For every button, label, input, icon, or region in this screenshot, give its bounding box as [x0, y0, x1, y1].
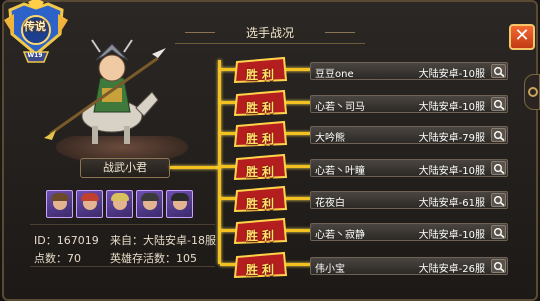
match-result: 胜利 [245, 229, 278, 243]
id-value: 167019 [56, 234, 99, 247]
opponent-server: 大陆安卓-10服 [418, 230, 485, 241]
match-row: 胜利 心若丶叶瞳 大陆安卓-10服 [233, 153, 508, 183]
match-row: 胜利 大吟熊 大陆安卓-79服 [233, 120, 508, 150]
opponent-name: 心若丶司马 [315, 102, 365, 113]
match-row: 胜利 花夜白 大陆安卓-61服 [233, 185, 508, 215]
divider [30, 266, 215, 267]
opponent-name: 心若丶叶瞳 [315, 166, 365, 177]
match-row: 胜利 伟小宝 大陆安卓-26服 [233, 251, 508, 281]
opponent-server: 大陆安卓-10服 [418, 69, 485, 80]
bracket-trunk [170, 166, 220, 169]
player-points: 点数：70 [34, 250, 81, 266]
opponent-bar[interactable]: 心若丶寂静 大陆安卓-10服 [310, 223, 508, 241]
view-opponent-button[interactable] [491, 193, 506, 207]
page-title: 选手战况 [175, 22, 365, 44]
divider [30, 224, 215, 225]
view-opponent-button[interactable] [491, 128, 506, 142]
hero-count-value: 105 [176, 252, 197, 265]
from-value: 大陆安卓-18服 [143, 234, 216, 247]
opponent-bar[interactable]: 豆豆one 大陆安卓-10服 [310, 62, 508, 80]
view-opponent-button[interactable] [491, 64, 506, 78]
match-result: 胜利 [245, 101, 278, 115]
opponent-name: 大吟熊 [315, 133, 345, 144]
view-opponent-button[interactable] [491, 225, 506, 239]
ring-icon [528, 87, 538, 97]
opponent-name: 伟小宝 [315, 264, 345, 275]
view-opponent-button[interactable] [491, 97, 506, 111]
search-icon [494, 100, 505, 110]
opponent-bar[interactable]: 伟小宝 大陆安卓-26服 [310, 257, 508, 275]
hero-hair-icon [111, 193, 129, 201]
opponent-bar[interactable]: 花夜白 大陆安卓-61服 [310, 191, 508, 209]
bracket-spine [218, 60, 221, 264]
opponent-name: 花夜白 [315, 198, 345, 209]
opponent-bar[interactable]: 心若丶司马 大陆安卓-10服 [310, 95, 508, 113]
close-button[interactable]: ✕ [509, 24, 535, 50]
search-icon [494, 262, 505, 272]
hero-card[interactable] [106, 190, 133, 218]
opponent-bar[interactable]: 心若丶叶瞳 大陆安卓-10服 [310, 159, 508, 177]
opponent-name: 豆豆one [315, 69, 354, 80]
match-row: 胜利 心若丶司马 大陆安卓-10服 [233, 89, 508, 119]
opponent-server: 大陆安卓-26服 [418, 264, 485, 275]
opponent-server: 大陆安卓-79服 [418, 133, 485, 144]
hero-alive-count: 英雄存活数：105 [110, 250, 197, 266]
view-opponent-button[interactable] [491, 161, 506, 175]
hero-hair-icon [141, 193, 159, 201]
search-icon [494, 228, 505, 238]
player-id: ID：167019 [34, 232, 99, 248]
opponent-server: 大陆安卓-10服 [418, 166, 485, 177]
view-opponent-button[interactable] [491, 259, 506, 273]
hero-card-list [46, 190, 198, 220]
emblem-label: 传说 [24, 20, 46, 33]
hero-portrait [40, 38, 170, 148]
opponent-name: 心若丶寂静 [315, 230, 365, 241]
side-tab[interactable] [524, 74, 540, 110]
id-label: ID： [34, 234, 57, 247]
hero-card[interactable] [76, 190, 103, 218]
points-label: 点数： [34, 252, 67, 265]
match-result: 胜利 [245, 68, 278, 82]
from-label: 来自： [110, 234, 143, 247]
opponent-bar[interactable]: 大吟熊 大陆安卓-79服 [310, 126, 508, 144]
match-result: 胜利 [245, 197, 278, 211]
hero-hair-icon [81, 193, 99, 201]
hero-card[interactable] [136, 190, 163, 218]
hero-card[interactable] [46, 190, 73, 218]
hero-card[interactable] [166, 190, 193, 218]
points-value: 70 [67, 252, 81, 265]
opponent-server: 大陆安卓-61服 [418, 198, 485, 209]
match-row: 胜利 豆豆one 大陆安卓-10服 [233, 56, 508, 86]
match-result: 胜利 [245, 132, 278, 146]
match-result: 胜利 [245, 165, 278, 179]
close-icon: ✕ [514, 25, 530, 46]
match-result: 胜利 [245, 263, 278, 277]
hero-hair-icon [51, 193, 69, 201]
search-icon [494, 196, 505, 206]
opponent-server: 大陆安卓-10服 [418, 102, 485, 113]
player-from: 来自：大陆安卓-18服 [110, 232, 216, 248]
match-row: 胜利 心若丶寂静 大陆安卓-10服 [233, 217, 508, 247]
search-icon [494, 164, 505, 174]
hero-hair-icon [171, 193, 189, 201]
hero-count-label: 英雄存活数： [110, 252, 176, 265]
search-icon [494, 131, 505, 141]
hero-name: 战武小君 [80, 158, 170, 178]
search-icon [494, 67, 505, 77]
